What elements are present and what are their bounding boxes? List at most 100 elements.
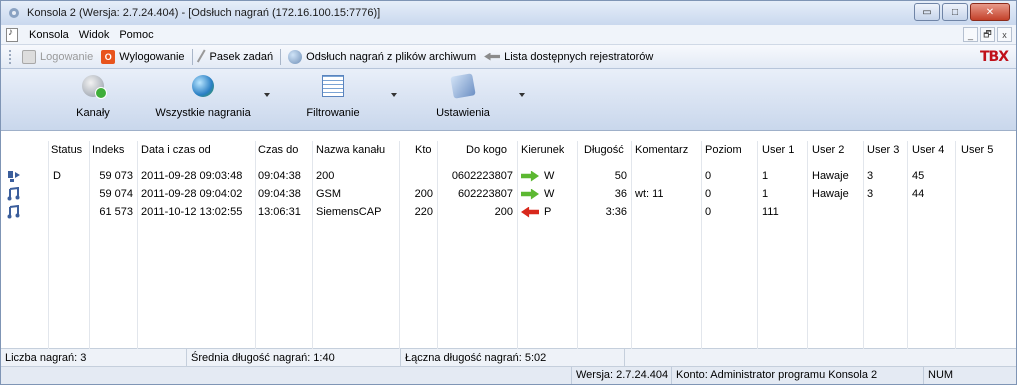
header-kierunek[interactable]: Kierunek <box>521 141 564 159</box>
archive-playback-button[interactable]: Odsłuch nagrań z plików archiwum <box>284 49 480 64</box>
cell-indeks: 59 073 <box>99 170 133 182</box>
cell-kierunek: W <box>521 167 554 185</box>
cell-poziom: 0 <box>705 188 712 200</box>
separator <box>191 48 193 65</box>
cell-nazwa-kanalu: GSM <box>316 188 342 200</box>
maximize-icon: □ <box>951 6 959 18</box>
kierunek-value: P <box>544 206 552 218</box>
header-user2[interactable]: User 2 <box>812 141 844 159</box>
header-user3[interactable]: User 3 <box>867 141 899 159</box>
all-recordings-label: Wszystkie nagrania <box>155 107 251 119</box>
cell-data-od: 2011-10-12 13:02:55 <box>141 206 243 218</box>
menu-widok[interactable]: Widok <box>74 29 115 41</box>
kierunek-value: W <box>544 170 555 182</box>
login-button[interactable]: Logowanie <box>18 49 97 64</box>
cell-do-kogo: 0602223807 <box>451 170 513 182</box>
header-kto[interactable]: Kto <box>415 141 432 159</box>
header-user5[interactable]: User 5 <box>961 141 993 159</box>
music-note-icon <box>7 205 20 219</box>
window-controls: ▭ □ ✕ <box>914 3 1010 21</box>
cell-data-od: 2011-09-28 09:04:02 <box>141 188 243 200</box>
cell-kto: 220 <box>414 206 433 218</box>
header-nazwa-kanalu[interactable]: Nazwa kanału <box>316 141 385 159</box>
cell-nazwa-kanalu: 200 <box>316 170 335 182</box>
header-dlugosc[interactable]: Długość <box>584 141 624 159</box>
title-bar[interactable]: Konsola 2 (Wersja: 2.7.24.404) - [Odsłuc… <box>1 1 1016 25</box>
app-icon <box>9 8 19 18</box>
document-icon[interactable] <box>6 27 18 42</box>
all-recordings-button[interactable]: Wszystkie nagrania <box>147 69 259 131</box>
globe-icon <box>288 49 303 64</box>
cell-user1: 1 <box>762 188 769 200</box>
minimize-button[interactable]: ▭ <box>914 3 940 21</box>
cell-user3: 3 <box>867 188 874 200</box>
toolbar-grip[interactable] <box>9 49 12 64</box>
cell-do-kogo: 200 <box>494 206 513 218</box>
separator <box>280 48 282 65</box>
logout-label: Wylogowanie <box>119 50 185 63</box>
music-note-icon <box>7 187 20 201</box>
paperclip-icon <box>196 48 209 65</box>
cell-czas-do: 13:06:31 <box>258 206 301 218</box>
brand-logo: TBX <box>979 49 1009 65</box>
mdi-close-button[interactable]: x <box>997 27 1012 42</box>
settings-button[interactable]: Ustawienia <box>423 69 503 131</box>
minimize-icon: ▭ <box>922 6 932 18</box>
main-toolbar: Kanały Wszystkie nagrania Filtrowanie Us… <box>1 69 1016 131</box>
recordings-count: Liczba nagrań: 3 <box>1 349 187 367</box>
command-bar: Logowanie O Wylogowanie Pasek zadań Odsł… <box>1 45 1016 69</box>
channels-icon <box>82 75 107 99</box>
cell-user1: 111 <box>762 206 779 218</box>
header-indeks[interactable]: Indeks <box>92 141 124 159</box>
header-status[interactable]: Status <box>51 141 82 159</box>
recorders-list-button[interactable]: Lista dostępnych rejestratorów <box>480 51 657 63</box>
cell-user2: Hawaje <box>812 188 849 200</box>
table-header: Status Indeks Data i czas od Czas do Naz… <box>1 141 1016 159</box>
chevron-down-icon[interactable] <box>264 93 270 97</box>
menu-konsola[interactable]: Konsola <box>24 29 74 41</box>
cell-poziom: 0 <box>705 170 712 182</box>
channels-button[interactable]: Kanały <box>61 69 125 131</box>
header-do-kogo[interactable]: Do kogo <box>466 141 507 159</box>
header-user1[interactable]: User 1 <box>762 141 794 159</box>
mdi-restore-button[interactable]: 🗗 <box>980 27 995 42</box>
cell-nazwa-kanalu: SiemensCAP <box>316 206 382 218</box>
filtering-button[interactable]: Filtrowanie <box>297 69 369 131</box>
cell-indeks: 59 074 <box>99 188 133 200</box>
taskbar-label: Pasek zadań <box>209 50 274 63</box>
arrow-right-icon <box>521 188 539 200</box>
play-icon <box>8 171 20 182</box>
total-length: Łączna długość nagrań: 5:02 <box>401 349 625 367</box>
cell-komentarz: wt: 11 <box>635 188 664 200</box>
login-label: Logowanie <box>40 50 94 63</box>
chevron-down-icon[interactable] <box>391 93 397 97</box>
table-row[interactable]: D 59 073 2011-09-28 09:03:48 09:04:38 20… <box>1 167 1016 185</box>
window-title: Konsola 2 (Wersja: 2.7.24.404) - [Odsłuc… <box>27 7 381 19</box>
maximize-button[interactable]: □ <box>942 3 968 21</box>
filtering-label: Filtrowanie <box>306 107 360 119</box>
header-komentarz[interactable]: Komentarz <box>635 141 688 159</box>
cell-indeks: 61 573 <box>99 206 133 218</box>
menu-pomoc[interactable]: Pomoc <box>114 29 158 41</box>
cell-data-od: 2011-09-28 09:03:48 <box>141 170 243 182</box>
header-data-od[interactable]: Data i czas od <box>141 141 211 159</box>
cell-dlugosc: 3:36 <box>605 206 627 218</box>
taskbar-button[interactable]: Pasek zadań <box>196 48 278 65</box>
close-button[interactable]: ✕ <box>970 3 1010 21</box>
mdi-minimize-button[interactable]: _ <box>963 27 978 42</box>
settings-icon <box>450 73 476 99</box>
table-row[interactable]: 59 074 2011-09-28 09:04:02 09:04:38 GSM … <box>1 185 1016 203</box>
table-row[interactable]: 61 573 2011-10-12 13:02:55 13:06:31 Siem… <box>1 203 1016 221</box>
arrow-left-icon <box>484 52 501 61</box>
cell-user4: 45 <box>912 170 925 182</box>
cell-dlugosc: 36 <box>614 188 627 200</box>
header-czas-do[interactable]: Czas do <box>258 141 298 159</box>
cell-user2: Hawaje <box>812 170 849 182</box>
header-poziom[interactable]: Poziom <box>705 141 742 159</box>
app-window: Konsola 2 (Wersja: 2.7.24.404) - [Odsłuc… <box>0 0 1017 385</box>
arrow-right-icon <box>521 170 539 182</box>
header-user4[interactable]: User 4 <box>912 141 944 159</box>
cell-do-kogo: 602223807 <box>457 188 513 200</box>
chevron-down-icon[interactable] <box>519 93 525 97</box>
logout-button[interactable]: O Wylogowanie <box>97 49 188 64</box>
